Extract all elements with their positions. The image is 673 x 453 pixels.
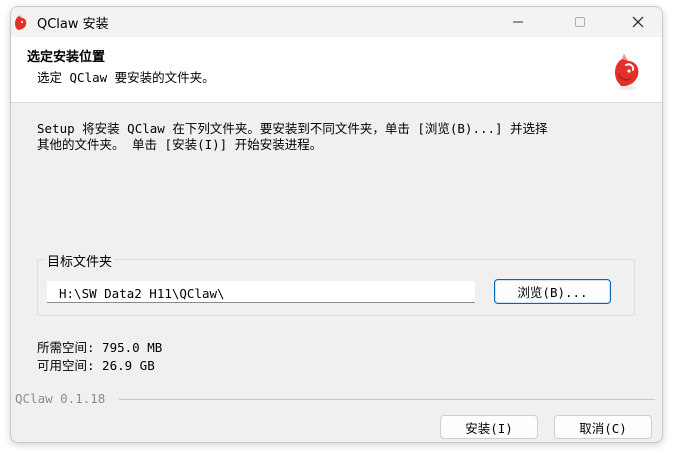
description-text: Setup 将安装 QClaw 在下列文件夹。要安装到不同文件夹，单击 [浏览(… bbox=[37, 121, 637, 153]
close-button[interactable] bbox=[615, 7, 661, 37]
page-subtitle: 选定 QClaw 要安装的文件夹。 bbox=[37, 70, 215, 85]
app-icon bbox=[13, 13, 29, 31]
minimize-button[interactable] bbox=[495, 7, 541, 37]
destination-folder-label: 目标文件夹 bbox=[45, 251, 115, 270]
maximize-icon bbox=[575, 17, 585, 27]
crab-claw-logo-icon bbox=[609, 51, 645, 91]
browse-button[interactable]: 浏览(B)... bbox=[494, 279, 611, 304]
maximize-button[interactable] bbox=[557, 7, 603, 37]
space-available-text: 可用空间: 26.9 GB bbox=[37, 358, 155, 373]
install-button[interactable]: 安装(I) bbox=[440, 415, 538, 439]
destination-path-input[interactable] bbox=[47, 281, 475, 303]
title-bar: QClaw 安装 bbox=[11, 7, 662, 37]
version-label: QClaw 0.1.18 bbox=[15, 391, 106, 406]
page-title: 选定安装位置 bbox=[27, 50, 106, 65]
minimize-icon bbox=[513, 21, 523, 23]
description-line-2: 其他的文件夹。 单击 [安装(I)] 开始安装进程。 bbox=[37, 137, 323, 152]
cancel-button[interactable]: 取消(C) bbox=[554, 415, 652, 439]
installer-window: QClaw 安装 选定安装位置 选定 QClaw 要安装的文件夹。 Setup … bbox=[10, 6, 663, 443]
close-icon bbox=[632, 16, 644, 28]
window-title: QClaw 安装 bbox=[37, 17, 109, 32]
header-panel: 选定安装位置 选定 QClaw 要安装的文件夹。 bbox=[11, 37, 662, 103]
space-required-text: 所需空间: 795.0 MB bbox=[37, 340, 163, 355]
footer-divider bbox=[119, 399, 655, 400]
description-line-1: Setup 将安装 QClaw 在下列文件夹。要安装到不同文件夹，单击 [浏览(… bbox=[37, 121, 548, 136]
